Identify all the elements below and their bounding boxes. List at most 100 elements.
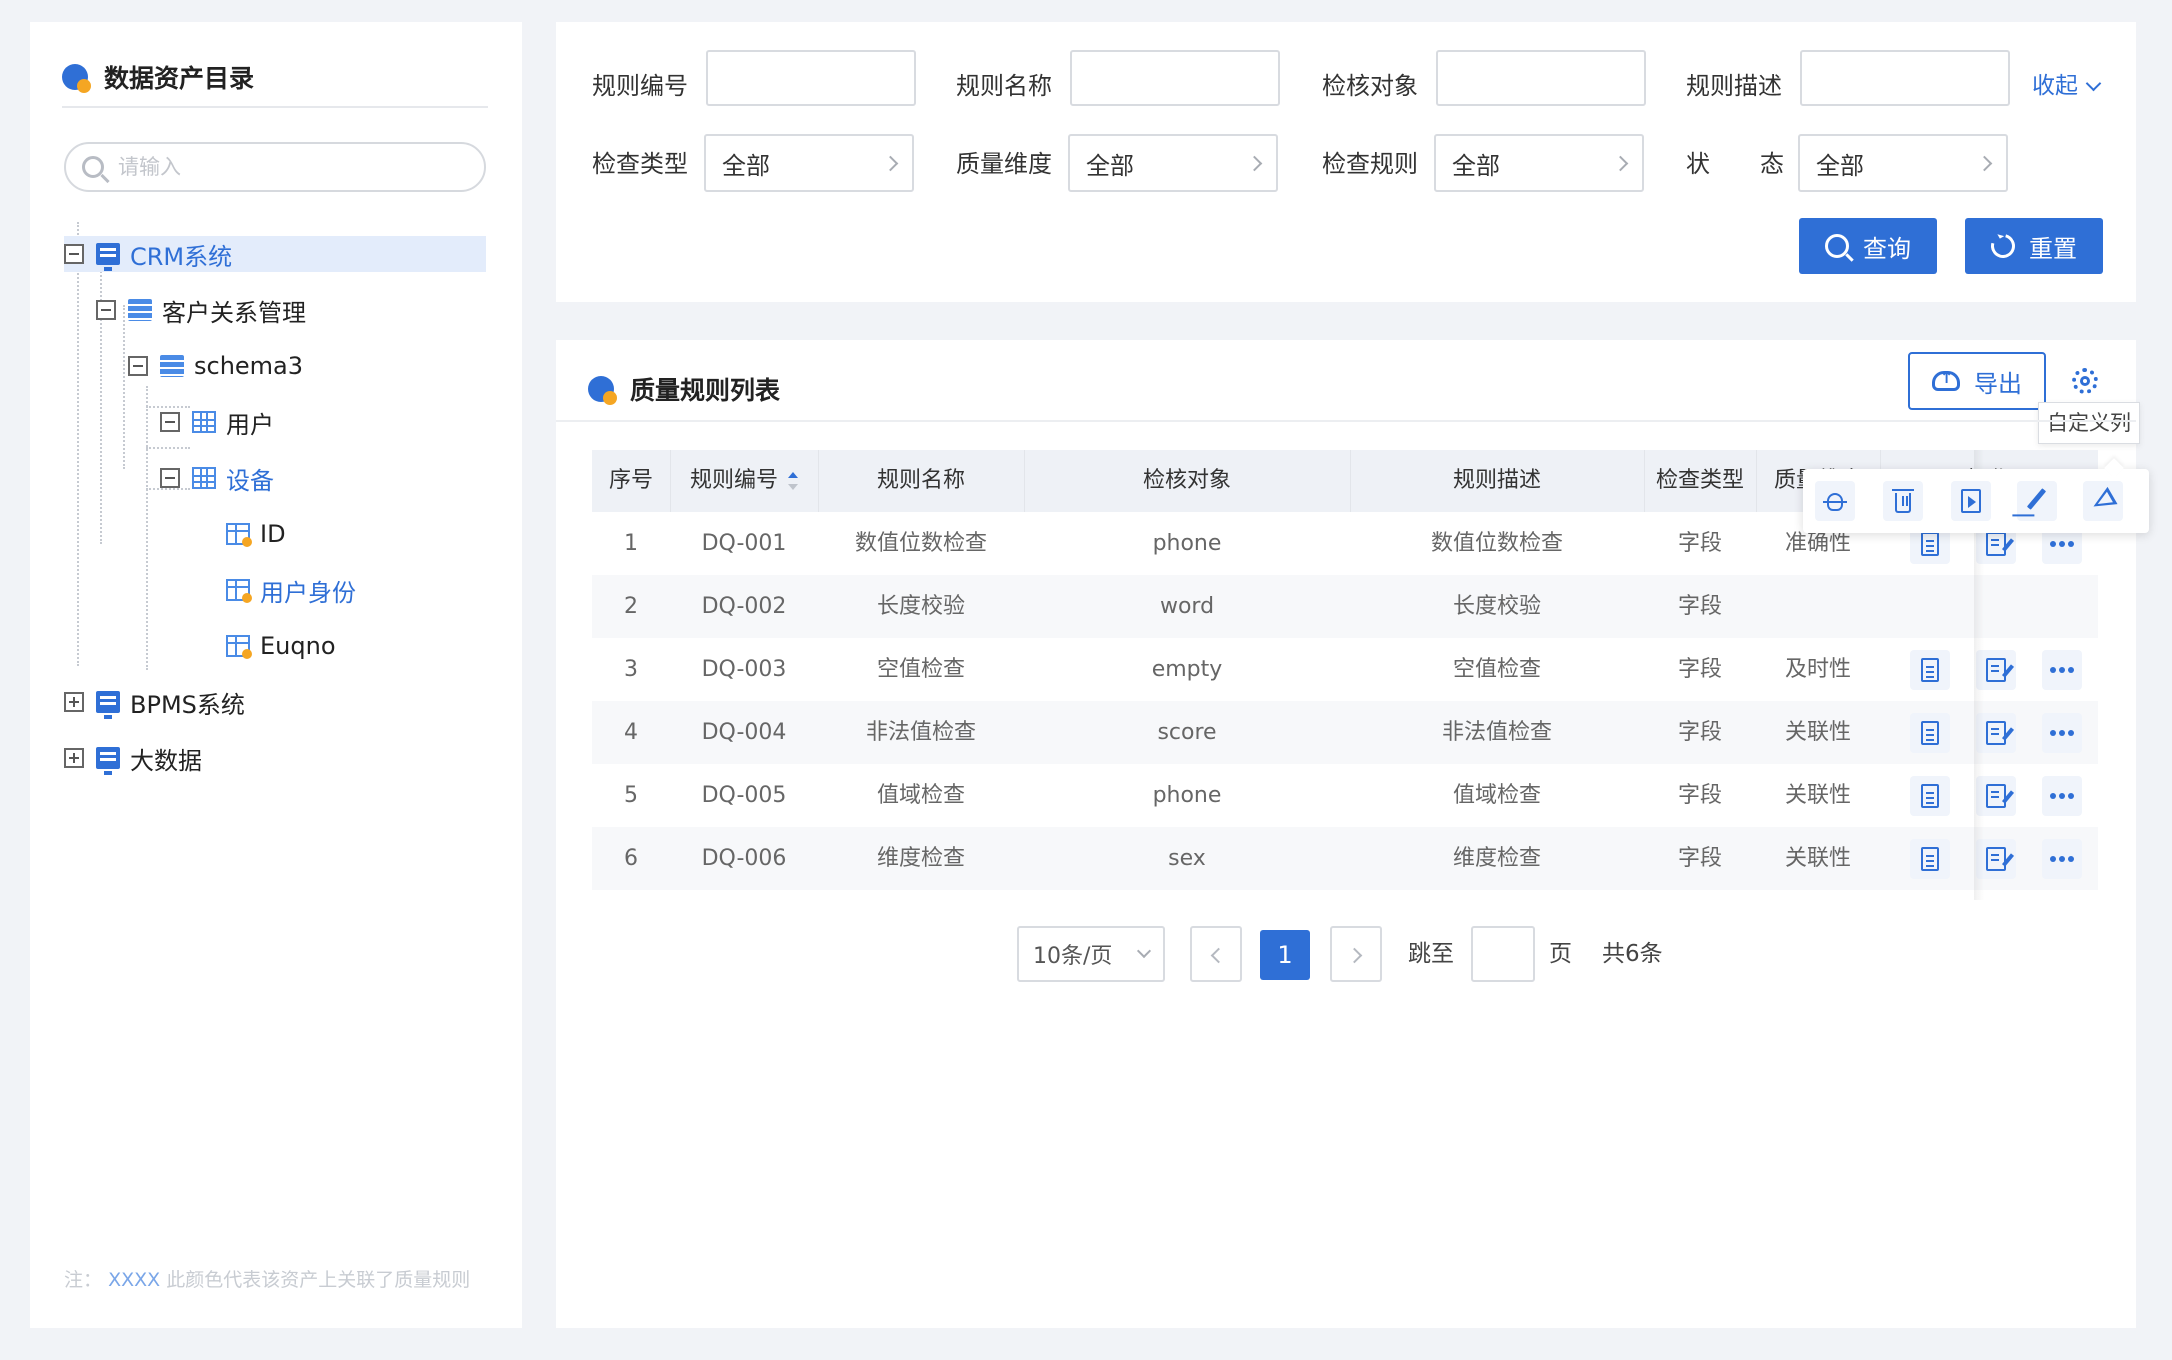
tree-node-field-euqno[interactable]: Euqno [226, 628, 336, 664]
total-count: 共6条 [1602, 941, 1663, 967]
check-type-select[interactable]: 全部 [704, 134, 914, 192]
rule-name-input[interactable] [1070, 50, 1280, 106]
view-button[interactable] [1910, 776, 1950, 816]
chevron-right-icon [1246, 155, 1263, 172]
check-type-label: 检查类型 [592, 150, 688, 178]
table-row: 2 DQ-002 长度校验 word 长度校验 字段 [592, 575, 2098, 638]
check-rule-label: 检查规则 [1322, 150, 1418, 178]
rule-desc-label: 规则描述 [1686, 72, 1782, 100]
catalog-title: 数据资产目录 [62, 52, 254, 102]
status-label-left: 状 [1686, 150, 1710, 178]
more-actions-popover [1803, 469, 2149, 533]
gear-icon[interactable] [2072, 368, 2098, 394]
chevron-right-icon [1976, 155, 1993, 172]
page-number-current[interactable]: 1 [1260, 930, 1310, 980]
quality-rule-list-panel: 质量规则列表 导出 自定义列 序号 规则编号 规则名称 检核对象 规则描述 检查… [556, 340, 2149, 1328]
header-index: 序号 [608, 468, 653, 493]
table-row: 6 DQ-006 维度检查 sex 维度检查 字段 关联性 [592, 827, 2098, 890]
cell-rule-desc: 维度检查 [1452, 846, 1541, 871]
catalog-search-input[interactable] [118, 155, 484, 179]
collapse-filters-link[interactable]: 收起 [2032, 58, 2102, 114]
jump-page-input[interactable] [1471, 926, 1535, 982]
bug-icon [1823, 493, 1847, 511]
reset-button[interactable]: 重置 [1965, 218, 2103, 274]
status-label-right: 态 [1760, 150, 1784, 178]
cell-rule-code: DQ-003 [701, 657, 787, 682]
chevron-up-icon [2085, 75, 2102, 91]
collapse-toggle-icon[interactable] [128, 356, 148, 376]
rule-desc-input[interactable] [1800, 50, 2010, 106]
expand-toggle-icon[interactable] [64, 748, 84, 768]
collapse-toggle-icon[interactable] [160, 412, 180, 432]
cell-rule-code: DQ-004 [701, 720, 787, 745]
header-rule-code-label: 规则编号 [689, 468, 778, 493]
check-object-input[interactable] [1436, 50, 1646, 106]
quality-dim-label: 质量维度 [956, 150, 1052, 178]
prev-page-button[interactable] [1190, 926, 1242, 982]
rule-code-input[interactable] [706, 50, 916, 106]
tree-node-label: CRM系统 [130, 242, 233, 271]
document-icon [1921, 847, 1939, 871]
tree-node-label: 客户关系管理 [162, 298, 306, 327]
run-button[interactable] [1951, 481, 1991, 521]
tree-node-label: 用户身份 [260, 578, 356, 607]
modify-button[interactable] [2017, 481, 2057, 521]
next-page-button[interactable] [1330, 926, 1382, 982]
cell-index: 4 [624, 720, 638, 745]
export-button[interactable]: 导出 [1908, 352, 2046, 410]
check-rule-select[interactable]: 全部 [1434, 134, 1644, 192]
collapse-toggle-icon[interactable] [64, 244, 84, 264]
tree-node-crm[interactable]: CRM系统 [64, 236, 486, 272]
tree-node-field-id[interactable]: ID [226, 516, 286, 552]
quality-dim-value: 全部 [1086, 151, 1134, 180]
rule-code-label: 规则编号 [592, 72, 688, 100]
more-button[interactable] [2042, 650, 2082, 690]
tree-node-customer-relations[interactable]: 客户关系管理 [96, 292, 306, 328]
tree-node-device-table[interactable]: 设备 [160, 460, 274, 496]
cell-rule-code: DQ-002 [701, 594, 787, 619]
cell-check-type: 字段 [1677, 594, 1722, 619]
status-select[interactable]: 全部 [1798, 134, 2008, 192]
page-size-select[interactable]: 10条/页 [1017, 926, 1165, 982]
collapse-toggle-icon[interactable] [160, 468, 180, 488]
chevron-right-icon [1346, 947, 1363, 964]
header-rule-code[interactable]: 规则编号 [670, 450, 818, 512]
table-icon [192, 411, 216, 433]
cell-check-object: empty [1151, 657, 1223, 682]
debug-button[interactable] [1815, 481, 1855, 521]
sort-icon[interactable] [788, 472, 798, 490]
view-button[interactable] [1910, 713, 1950, 753]
catalog-search[interactable] [64, 142, 486, 192]
filter-panel: 规则编号 规则名称 检核对象 规则描述 收起 检查类型 全部 质量维度 全部 检… [556, 22, 2136, 302]
cell-check-object: word [1159, 594, 1215, 619]
table-row: 5 DQ-005 值域检查 phone 值域检查 字段 关联性 [592, 764, 2098, 827]
quality-dim-select[interactable]: 全部 [1068, 134, 1278, 192]
check-object-label: 检核对象 [1322, 72, 1418, 100]
view-button[interactable] [1910, 650, 1950, 690]
query-button[interactable]: 查询 [1799, 218, 1937, 274]
edit-document-icon [1986, 532, 2006, 556]
delete-button[interactable] [1883, 481, 1923, 521]
cell-rule-desc: 长度校验 [1452, 594, 1541, 619]
tree-node-bigdata[interactable]: 大数据 [64, 740, 202, 776]
field-icon [226, 523, 252, 547]
more-button[interactable] [2042, 713, 2082, 753]
more-button[interactable] [2042, 839, 2082, 879]
tree-node-field-user-identity[interactable]: 用户身份 [226, 572, 356, 608]
tree-node-schema3[interactable]: schema3 [128, 348, 303, 384]
collapse-toggle-icon[interactable] [96, 300, 116, 320]
tree-node-bpms[interactable]: BPMS系统 [64, 684, 245, 720]
cell-rule-desc: 空值检查 [1452, 657, 1541, 682]
more-button[interactable] [2042, 776, 2082, 816]
expand-toggle-icon[interactable] [64, 692, 84, 712]
send-icon [2088, 486, 2118, 516]
table-row: 3 DQ-003 空值检查 empty 空值检查 字段 及时性 [592, 638, 2098, 701]
tree-node-user-table[interactable]: 用户 [160, 404, 274, 440]
field-icon [226, 579, 252, 603]
document-icon [1921, 721, 1939, 745]
tree-connector [146, 386, 148, 670]
custom-columns-tooltip: 自定义列 [2038, 402, 2140, 444]
publish-button[interactable] [2083, 481, 2123, 521]
edit-document-icon [1986, 721, 2006, 745]
view-button[interactable] [1910, 839, 1950, 879]
